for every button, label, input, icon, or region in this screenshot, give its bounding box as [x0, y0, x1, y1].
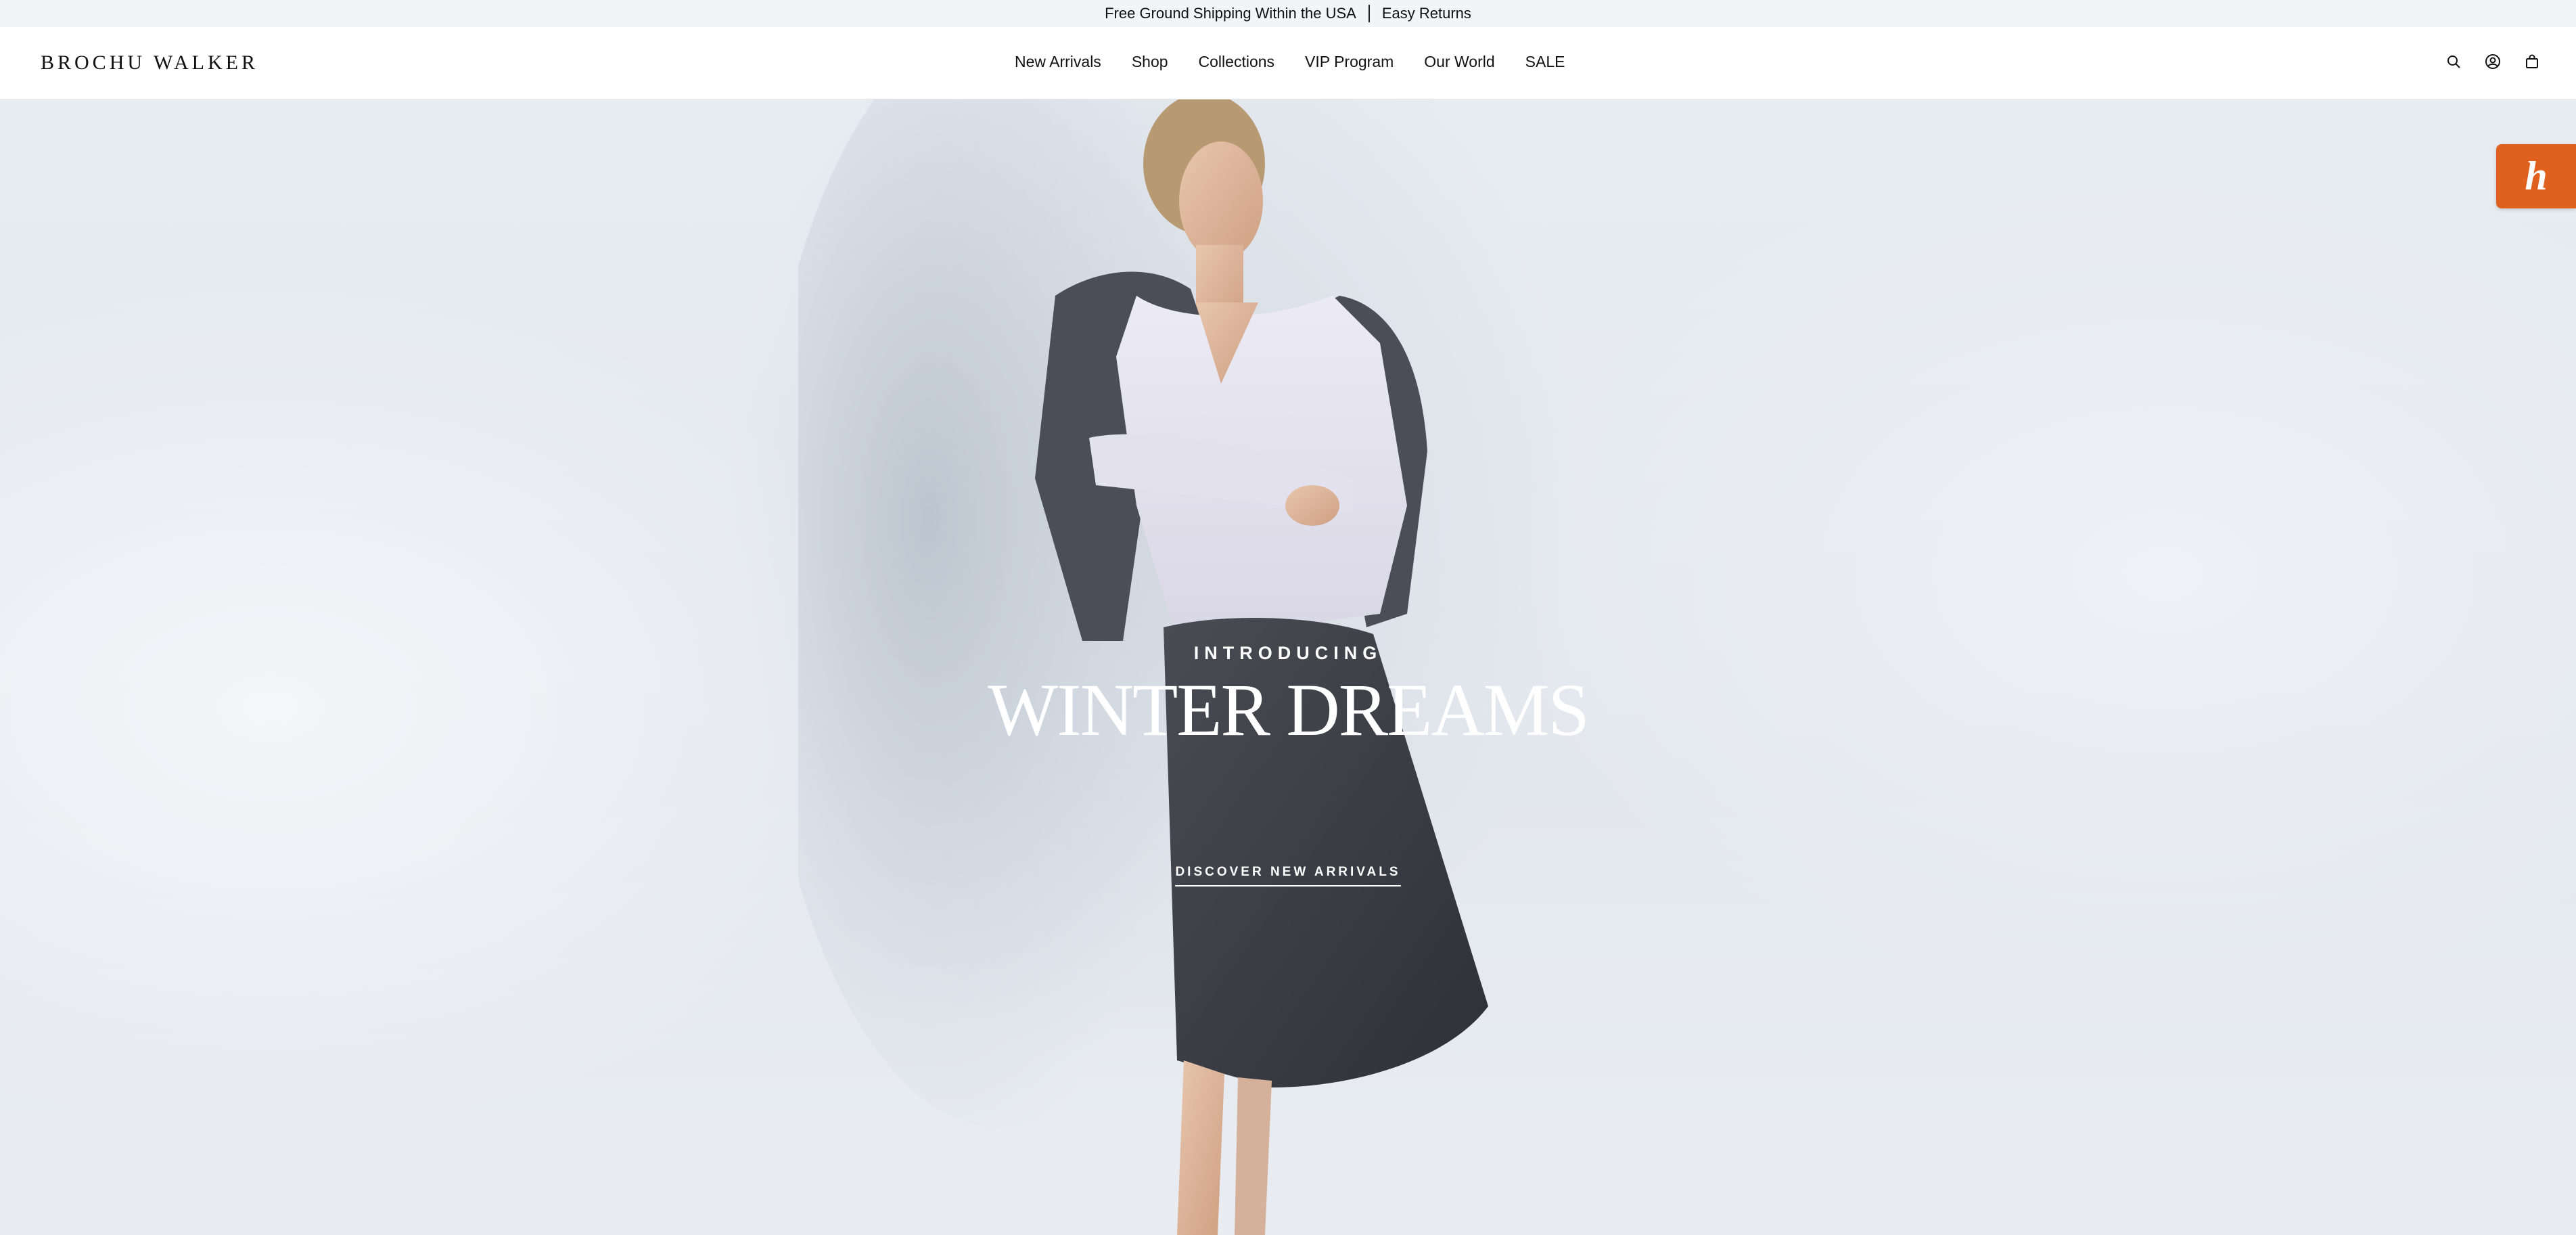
- nav-item-vip-program[interactable]: VIP Program: [1305, 53, 1394, 71]
- honey-extension-icon[interactable]: h: [2496, 144, 2576, 208]
- hero-eyebrow: INTRODUCING: [1193, 643, 1383, 663]
- honey-letter: h: [2525, 154, 2548, 198]
- hero-cta-wrap: DISCOVER NEW ARRIVALS: [0, 865, 2576, 886]
- nav-item-shop[interactable]: Shop: [1132, 53, 1168, 71]
- hero-headline: WINTER DREAMS: [988, 669, 1590, 751]
- hero-banner: INTRODUCING WINTER DREAMS DISCOVER NEW A…: [0, 99, 2576, 1235]
- nav-item-sale[interactable]: SALE: [1525, 53, 1565, 71]
- nav-item-collections[interactable]: Collections: [1199, 53, 1275, 71]
- announcement-shipping: Free Ground Shipping Within the USA: [1105, 5, 1356, 22]
- site-header: BROCHU WALKER New Arrivals Shop Collecti…: [0, 27, 2576, 99]
- announcement-returns: Easy Returns: [1381, 5, 1471, 22]
- nav-item-our-world[interactable]: Our World: [1424, 53, 1494, 71]
- brand-logo[interactable]: BROCHU WALKER: [41, 51, 258, 74]
- announcement-bar: Free Ground Shipping Within the USA Easy…: [0, 0, 2576, 27]
- hero-model-image: [798, 99, 1488, 1235]
- announcement-divider: [1368, 5, 1370, 22]
- nav-item-new-arrivals[interactable]: New Arrivals: [1015, 53, 1101, 71]
- search-icon[interactable]: [2443, 51, 2464, 72]
- cart-icon[interactable]: [2522, 51, 2542, 72]
- main-nav: New Arrivals Shop Collections VIP Progra…: [1015, 53, 1565, 71]
- discover-new-arrivals-link[interactable]: DISCOVER NEW ARRIVALS: [1175, 865, 1401, 886]
- account-icon[interactable]: [2483, 51, 2503, 72]
- header-tools: [2443, 51, 2542, 72]
